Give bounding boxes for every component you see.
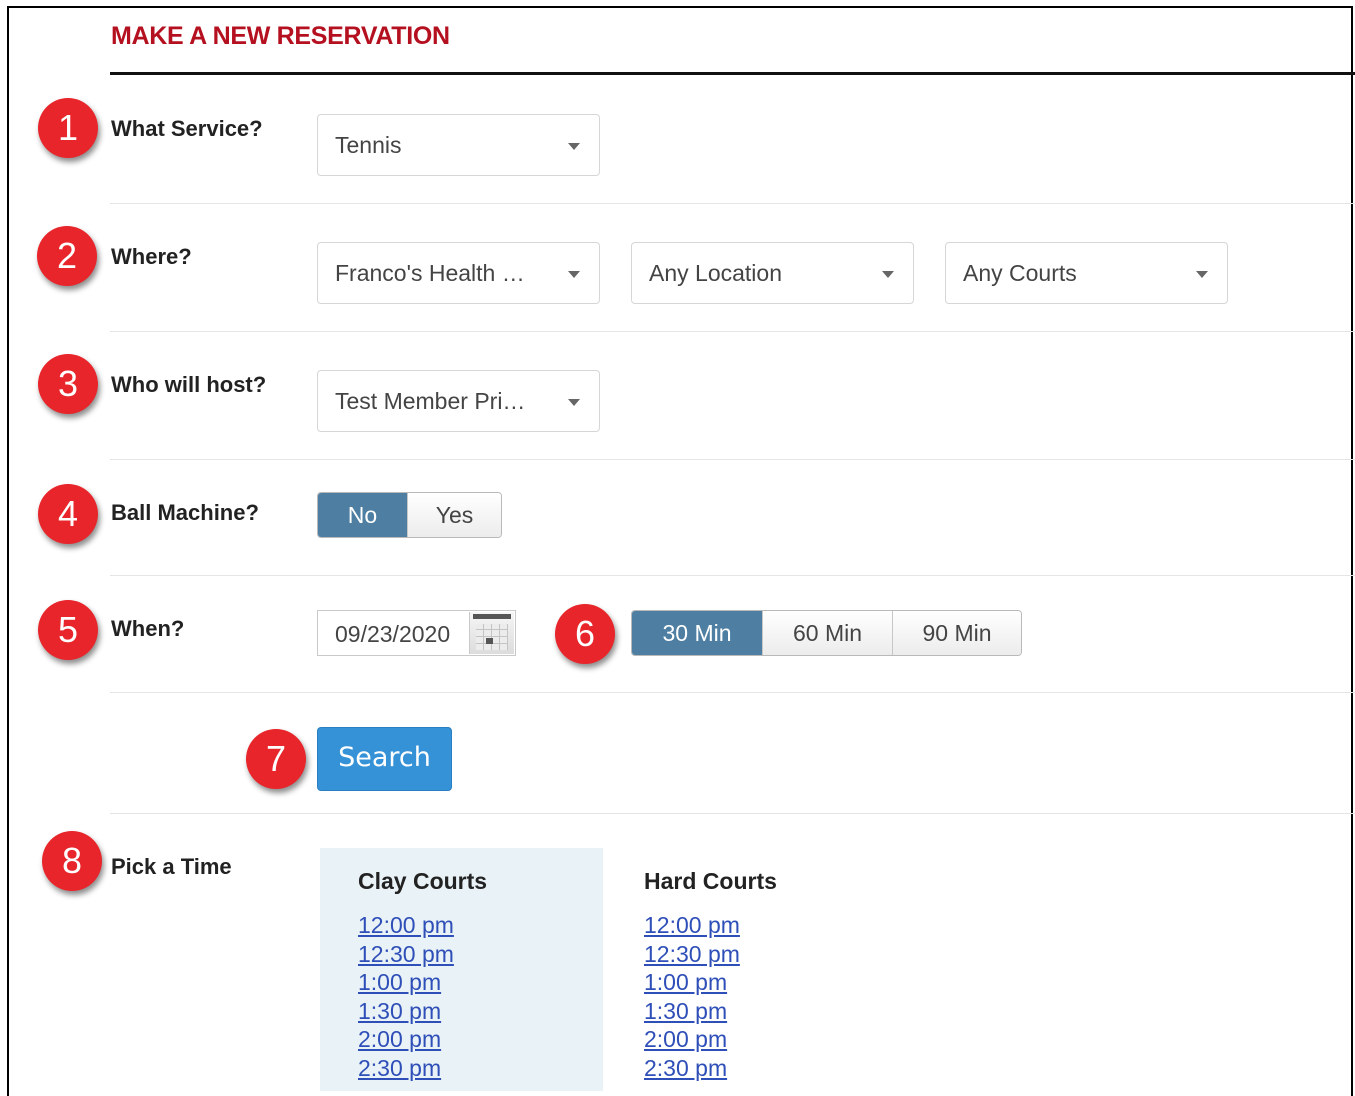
service-select[interactable]: Tennis: [317, 114, 600, 176]
club-select[interactable]: Franco's Health …: [317, 242, 600, 304]
when-label: When?: [111, 616, 185, 641]
caret-down-icon: [568, 143, 580, 150]
duration-90-button[interactable]: 90 Min: [892, 611, 1021, 655]
time-slot-link[interactable]: 12:00 pm: [358, 911, 603, 940]
row-divider: [110, 692, 1355, 693]
courts-select[interactable]: Any Courts: [945, 242, 1228, 304]
step-badge-8: 8: [42, 831, 102, 891]
location-select-value: Any Location: [649, 260, 782, 286]
caret-down-icon: [882, 271, 894, 278]
ball-machine-label: Ball Machine?: [111, 500, 259, 525]
time-slot-link[interactable]: 2:00 pm: [358, 1025, 603, 1054]
time-slot-link[interactable]: 2:30 pm: [358, 1054, 603, 1083]
row-divider: [110, 203, 1355, 204]
time-slot-link[interactable]: 12:00 pm: [644, 911, 889, 940]
time-slot-link[interactable]: 1:00 pm: [644, 968, 889, 997]
row-divider: [110, 459, 1355, 460]
duration-toggle: 30 Min 60 Min 90 Min: [631, 610, 1022, 656]
row-divider: [110, 575, 1355, 576]
time-slot-link[interactable]: 2:30 pm: [644, 1054, 889, 1083]
host-select[interactable]: Test Member Pri…: [317, 370, 600, 432]
duration-30-button[interactable]: 30 Min: [632, 611, 762, 655]
step-badge-5: 5: [38, 600, 98, 660]
step-badge-1: 1: [38, 98, 98, 158]
club-select-value: Franco's Health …: [335, 260, 525, 286]
time-slot-link[interactable]: 12:30 pm: [358, 940, 603, 969]
calendar-mark: [486, 638, 493, 644]
title-divider: [110, 72, 1355, 75]
step-badge-3: 3: [38, 354, 98, 414]
duration-60-button[interactable]: 60 Min: [762, 611, 892, 655]
location-select[interactable]: Any Location: [631, 242, 914, 304]
search-button[interactable]: Search: [317, 727, 452, 791]
step-badge-7: 7: [246, 729, 306, 789]
where-label: Where?: [111, 244, 192, 269]
time-slot-link[interactable]: 1:30 pm: [358, 997, 603, 1026]
host-select-value: Test Member Pri…: [335, 388, 526, 414]
host-label: Who will host?: [111, 372, 267, 397]
ball-machine-yes-button[interactable]: Yes: [407, 493, 501, 537]
time-slot-link[interactable]: 12:30 pm: [644, 940, 889, 969]
calendar-icon[interactable]: [469, 612, 514, 654]
pick-time-label: Pick a Time: [111, 854, 232, 879]
courts-select-value: Any Courts: [963, 260, 1077, 286]
caret-down-icon: [568, 271, 580, 278]
service-label: What Service?: [111, 116, 263, 141]
hard-courts-title: Hard Courts: [644, 868, 777, 894]
time-slot-link[interactable]: 2:00 pm: [644, 1025, 889, 1054]
time-slot-link[interactable]: 1:30 pm: [644, 997, 889, 1026]
row-divider: [110, 331, 1355, 332]
caret-down-icon: [1196, 271, 1208, 278]
clay-courts-column: Clay Courts 12:00 pm 12:30 pm 1:00 pm 1:…: [320, 848, 603, 1091]
date-input[interactable]: 09/23/2020: [317, 610, 516, 656]
time-slot-link[interactable]: 1:00 pm: [358, 968, 603, 997]
service-select-value: Tennis: [335, 132, 402, 158]
calendar-header: [473, 614, 511, 619]
row-divider: [110, 813, 1355, 814]
hard-courts-column: Hard Courts 12:00 pm 12:30 pm 1:00 pm 1:…: [606, 848, 889, 1091]
caret-down-icon: [568, 399, 580, 406]
step-badge-4: 4: [38, 484, 98, 544]
ball-machine-toggle: No Yes: [317, 492, 502, 538]
calendar-grid: [476, 624, 508, 650]
step-badge-6: 6: [555, 604, 615, 664]
page-title: MAKE A NEW RESERVATION: [111, 22, 450, 50]
date-value: 09/23/2020: [335, 621, 451, 647]
clay-courts-title: Clay Courts: [358, 868, 488, 894]
ball-machine-no-button[interactable]: No: [318, 493, 407, 537]
step-badge-2: 2: [37, 226, 97, 286]
